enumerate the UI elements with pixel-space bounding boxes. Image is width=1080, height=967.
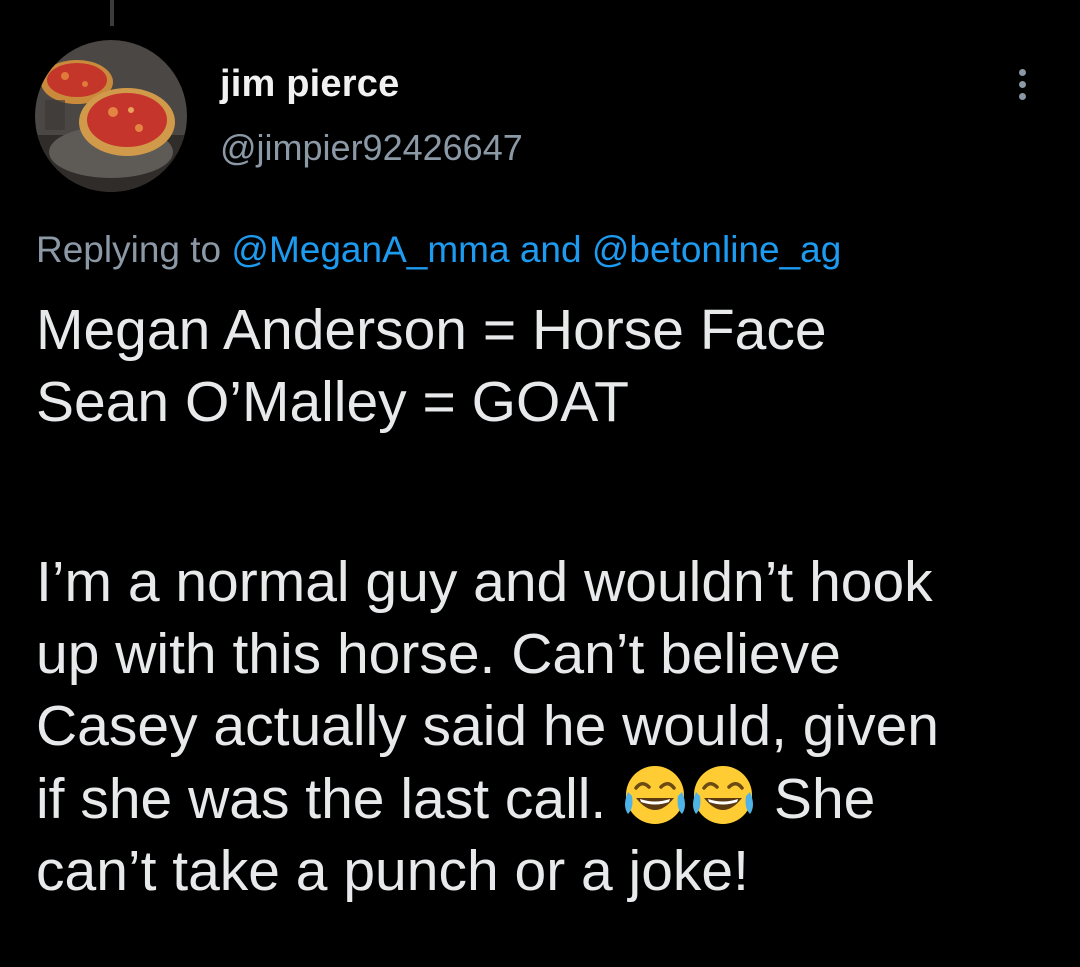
tweet-line: up with this horse. Can’t believe xyxy=(36,622,841,686)
tweet-line-with-emoji: if she was the last call. She xyxy=(36,762,1046,835)
tweet-line-tail: She xyxy=(758,767,876,831)
reply-prefix: Replying to xyxy=(36,229,232,270)
avatar[interactable] xyxy=(35,40,187,192)
tweet-line: Megan Anderson = Horse Face xyxy=(36,298,827,362)
reply-context: Replying to @MeganA_mma and @betonline_a… xyxy=(36,222,841,278)
more-vertical-icon-dot-3 xyxy=(1018,92,1026,100)
paragraph-break xyxy=(36,438,1046,546)
more-options-button[interactable] xyxy=(1002,64,1042,104)
author-display-name[interactable]: jim pierce xyxy=(220,58,523,110)
mention-link-betonline-ag[interactable]: @betonline_ag xyxy=(592,229,841,270)
mention-link-megana-mma[interactable]: @MeganA_mma xyxy=(231,229,509,270)
tweet-line: I’m a normal guy and wouldn’t hook xyxy=(36,550,933,614)
tweet-text: Megan Anderson = Horse Face Sean O’Malle… xyxy=(36,294,1046,907)
pizza-photo-avatar-image xyxy=(35,40,187,192)
face-with-tears-of-joy-emoji xyxy=(690,762,756,828)
author-block: jim pierce @jimpier92426647 xyxy=(220,58,523,172)
tweet-line: can’t take a punch or a joke! xyxy=(36,839,749,903)
more-vertical-icon-dot-2 xyxy=(1018,80,1026,88)
face-with-tears-of-joy-emoji xyxy=(622,762,688,828)
tweet-line-text: if she was the last call. xyxy=(36,767,623,831)
thread-connector-line xyxy=(110,0,114,26)
tweet-line: Casey actually said he would, given xyxy=(36,694,940,758)
tweet-line: Sean O’Malley = GOAT xyxy=(36,370,629,434)
reply-connector[interactable]: and xyxy=(510,229,592,270)
author-handle[interactable]: @jimpier92426647 xyxy=(220,124,523,172)
more-vertical-icon xyxy=(1018,68,1026,76)
